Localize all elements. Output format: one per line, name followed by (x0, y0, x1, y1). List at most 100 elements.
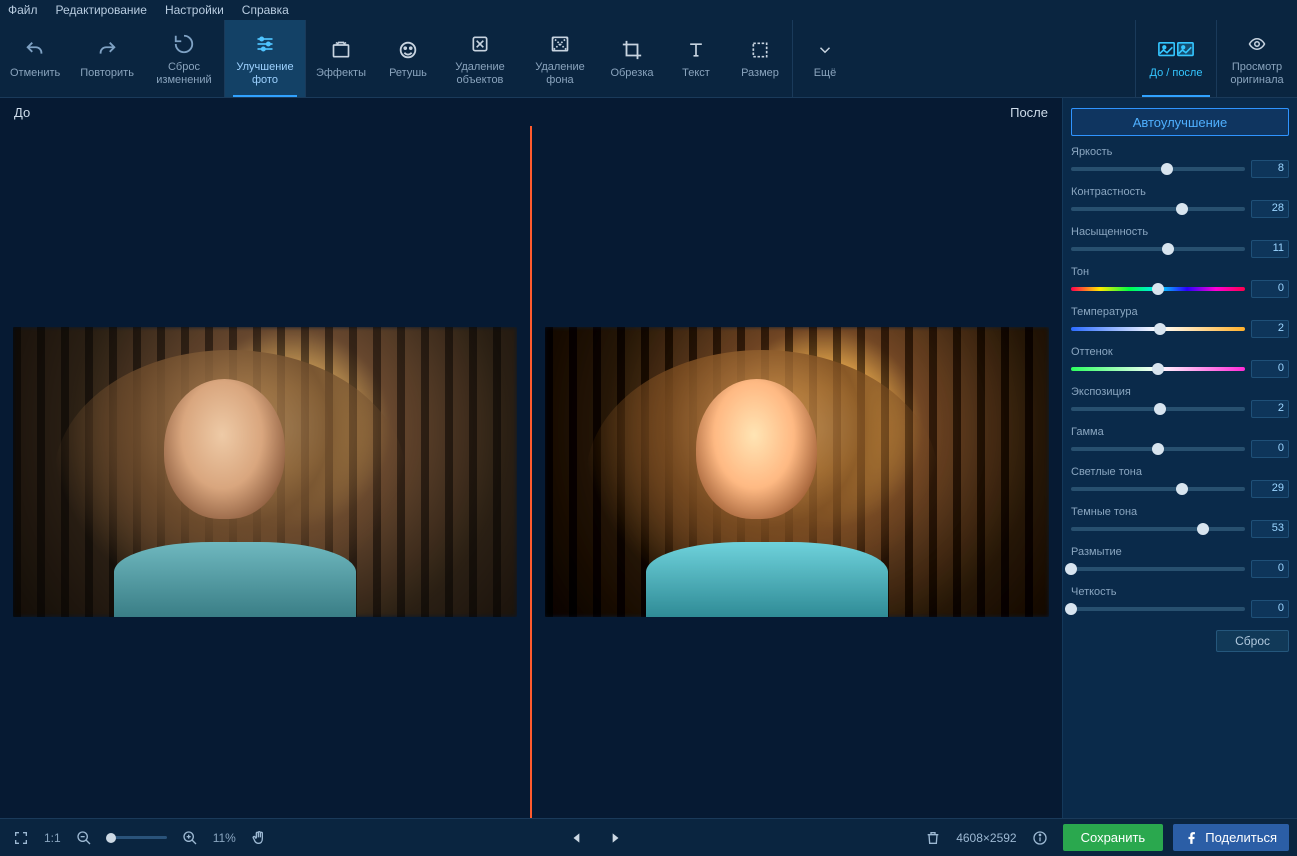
undo-button[interactable]: Отменить (0, 20, 70, 97)
text-icon (685, 37, 707, 63)
effects-button[interactable]: Эффекты (306, 20, 376, 97)
slider-label: Четкость (1071, 586, 1289, 598)
slider-value[interactable]: 28 (1251, 200, 1289, 218)
slider-thumb[interactable] (1197, 523, 1209, 535)
slider-контрастность: Контрастность 28 (1071, 186, 1289, 218)
view-orig-label: Просмотр оригинала (1230, 61, 1283, 87)
slider-thumb[interactable] (1154, 323, 1166, 335)
slider-label: Контрастность (1071, 186, 1289, 198)
zoom-in-button[interactable] (177, 825, 203, 851)
compare-view[interactable] (0, 126, 1062, 818)
slider-value[interactable]: 0 (1251, 560, 1289, 578)
undo-label: Отменить (10, 67, 60, 80)
slider-track[interactable] (1071, 287, 1245, 291)
slider-оттенок: Оттенок 0 (1071, 346, 1289, 378)
hand-tool-button[interactable] (246, 825, 272, 851)
menu-edit[interactable]: Редактирование (56, 3, 147, 17)
slider-track[interactable] (1071, 567, 1245, 571)
slider-thumb[interactable] (1176, 483, 1188, 495)
slider-размытие: Размытие0 (1071, 546, 1289, 578)
effects-label: Эффекты (316, 67, 366, 80)
slider-track[interactable] (1071, 327, 1245, 331)
before-after-label: До / после (1150, 67, 1203, 80)
slider-thumb[interactable] (1176, 203, 1188, 215)
next-button[interactable] (602, 825, 628, 851)
more-button[interactable]: Ещё (793, 20, 857, 97)
fit-label[interactable]: 1:1 (44, 831, 61, 845)
share-button[interactable]: Поделиться (1173, 824, 1289, 851)
slider-thumb[interactable] (1065, 603, 1077, 615)
slider-track[interactable] (1071, 247, 1245, 251)
nav-controls (564, 825, 628, 851)
slider-track[interactable] (1071, 407, 1245, 411)
slider-track[interactable] (1071, 167, 1245, 171)
menu-help[interactable]: Справка (242, 3, 289, 17)
resize-button[interactable]: Размер (728, 20, 792, 97)
eraser-icon (469, 31, 491, 57)
slider-track[interactable] (1071, 527, 1245, 531)
slider-темные-тона: Темные тона53 (1071, 506, 1289, 538)
slider-track[interactable] (1071, 487, 1245, 491)
info-button[interactable] (1027, 825, 1053, 851)
retouch-button[interactable]: Ретушь (376, 20, 440, 97)
slider-track[interactable] (1071, 607, 1245, 611)
slider-value[interactable]: 2 (1251, 320, 1289, 338)
slider-thumb[interactable] (1154, 403, 1166, 415)
slider-track[interactable] (1071, 367, 1245, 371)
auto-enhance-button[interactable]: Автоулучшение (1071, 108, 1289, 136)
slider-thumb[interactable] (1161, 163, 1173, 175)
prev-button[interactable] (564, 825, 590, 851)
slider-value[interactable]: 0 (1251, 440, 1289, 458)
save-button[interactable]: Сохранить (1063, 824, 1164, 851)
slider-track[interactable] (1071, 447, 1245, 451)
after-image (545, 327, 1049, 618)
dimensions-label: 4608×2592 (956, 831, 1016, 845)
slider-value[interactable]: 29 (1251, 480, 1289, 498)
slider-thumb[interactable] (1162, 243, 1174, 255)
eye-icon (1245, 31, 1269, 57)
crop-button[interactable]: Обрезка (600, 20, 664, 97)
enhance-photo-button[interactable]: Улучшение фото (225, 20, 305, 97)
slider-label: Оттенок (1071, 346, 1289, 358)
redo-button[interactable]: Повторить (70, 20, 144, 97)
zoom-out-button[interactable] (71, 825, 97, 851)
view-original-button[interactable]: Просмотр оригинала (1217, 20, 1297, 97)
slider-value[interactable]: 11 (1251, 240, 1289, 258)
fullscreen-button[interactable] (8, 825, 34, 851)
text-button[interactable]: Текст (664, 20, 728, 97)
slider-thumb[interactable] (1065, 563, 1077, 575)
before-after-button[interactable]: До / после (1136, 20, 1216, 97)
menu-file[interactable]: Файл (8, 3, 38, 17)
slider-label: Тон (1071, 266, 1289, 278)
slider-value[interactable]: 0 (1251, 600, 1289, 618)
reset-changes-button[interactable]: Сброс изменений (144, 20, 224, 97)
reset-sliders-button[interactable]: Сброс (1216, 630, 1289, 652)
slider-thumb[interactable] (1152, 283, 1164, 295)
menu-bar: Файл Редактирование Настройки Справка (0, 0, 1297, 20)
zoom-value: 11% (213, 831, 236, 845)
delete-button[interactable] (920, 825, 946, 851)
remove-bg-label: Удаление фона (535, 61, 585, 87)
before-pane (0, 126, 530, 818)
remove-background-button[interactable]: Удаление фона (520, 20, 600, 97)
slider-value[interactable]: 2 (1251, 400, 1289, 418)
slider-label: Гамма (1071, 426, 1289, 438)
remove-objects-button[interactable]: Удаление объектов (440, 20, 520, 97)
compare-icon (1158, 37, 1194, 63)
canvas-area: До После (0, 98, 1062, 818)
zoom-slider[interactable] (107, 836, 167, 839)
slider-thumb[interactable] (1152, 363, 1164, 375)
main-area: До После Автоулучшение Яркость8Контрастн… (0, 98, 1297, 818)
resize-label: Размер (741, 67, 779, 80)
after-pane (532, 126, 1062, 818)
status-bar: 1:1 11% 4608×2592 Сохранить Поделиться (0, 818, 1297, 856)
slider-value[interactable]: 53 (1251, 520, 1289, 538)
slider-thumb[interactable] (1152, 443, 1164, 455)
slider-value[interactable]: 0 (1251, 280, 1289, 298)
slider-track[interactable] (1071, 207, 1245, 211)
slider-value[interactable]: 8 (1251, 160, 1289, 178)
slider-label: Насыщенность (1071, 226, 1289, 238)
menu-settings[interactable]: Настройки (165, 3, 224, 17)
slider-value[interactable]: 0 (1251, 360, 1289, 378)
reset-icon (173, 31, 195, 57)
